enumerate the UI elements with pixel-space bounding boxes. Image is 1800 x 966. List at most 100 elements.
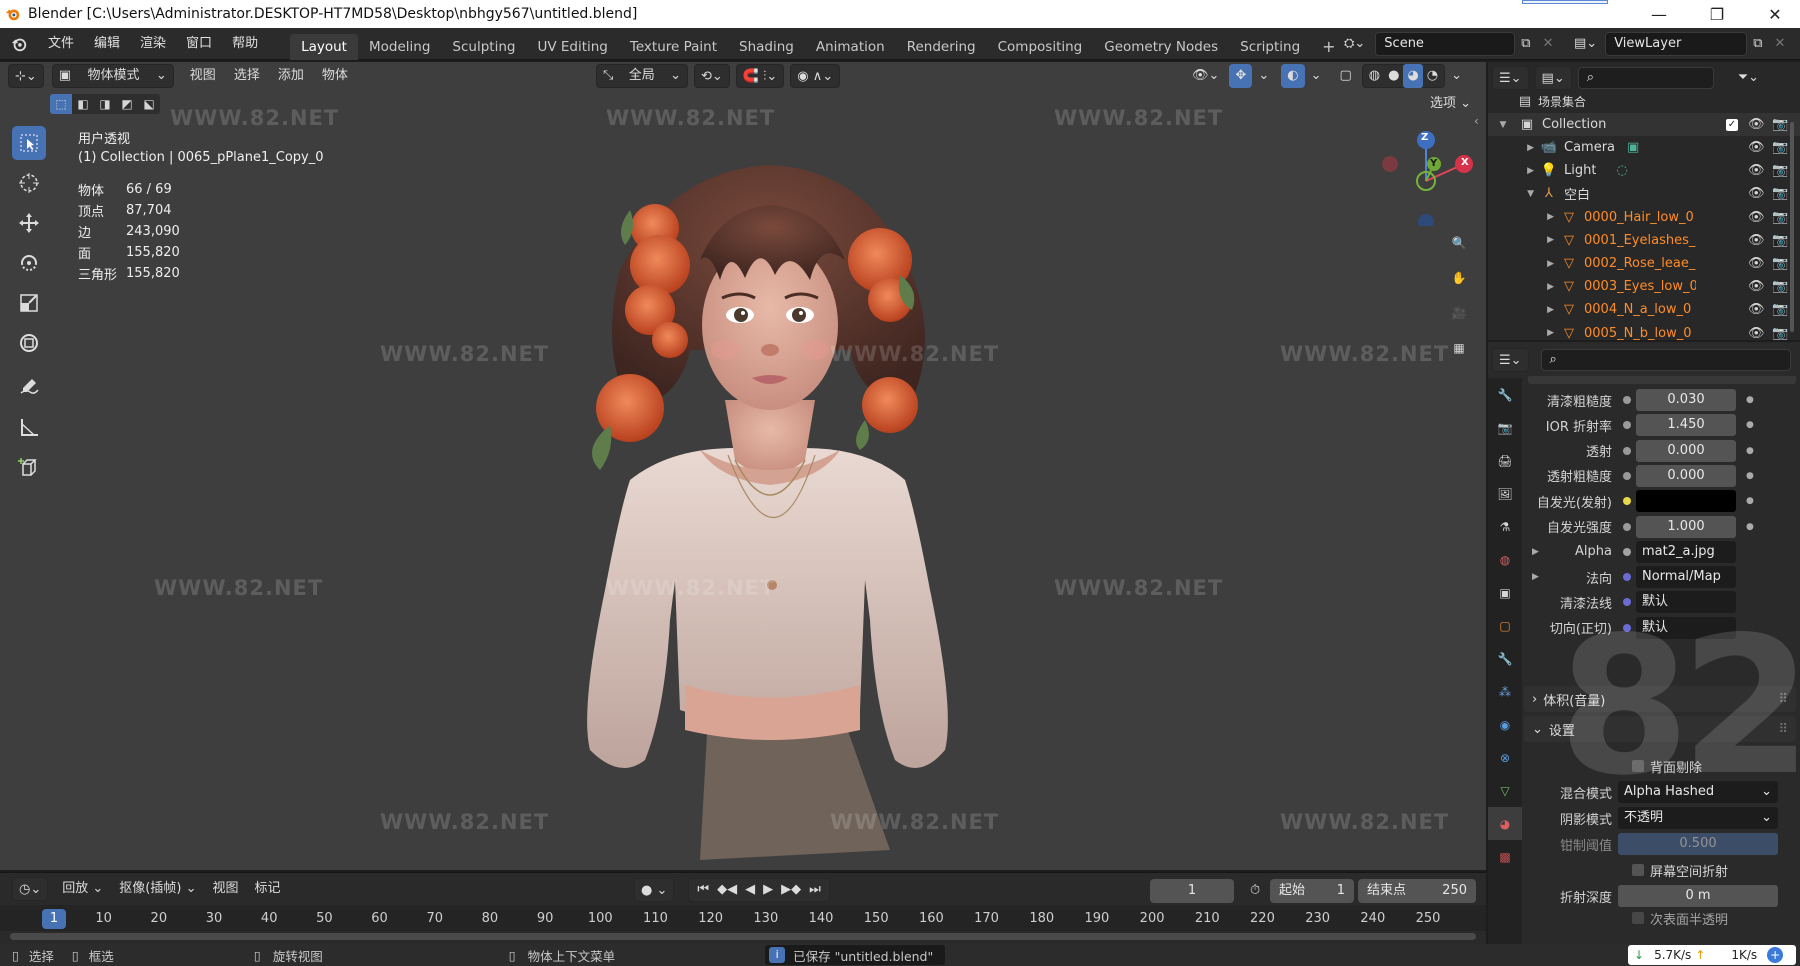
property-value[interactable]: 0.030 xyxy=(1636,389,1736,411)
mode-dropdown[interactable]: ▣ 物体模式 ⌄ xyxy=(51,64,174,88)
expand-triangle-icon[interactable]: ▶ xyxy=(1488,282,1554,292)
world-tab-icon[interactable]: ◍ xyxy=(1488,543,1522,576)
material-shading-icon[interactable]: ◕ xyxy=(1403,64,1423,88)
properties-editor-type-icon[interactable]: ☰⌄ xyxy=(1492,348,1529,372)
socket-dot-icon[interactable] xyxy=(1618,396,1636,404)
new-scene-icon[interactable]: ⧉ xyxy=(1515,32,1536,56)
outliner-row-collection[interactable]: ▼ ▣ Collection ✓ 👁 📷 xyxy=(1488,113,1800,136)
keyframe-dot-icon[interactable]: ● xyxy=(1746,420,1754,430)
socket-dot-icon[interactable] xyxy=(1618,497,1636,506)
solid-shading-icon[interactable]: ● xyxy=(1384,64,1403,88)
blender-menu-icon[interactable] xyxy=(0,35,38,53)
socket-dot-icon[interactable] xyxy=(1618,547,1636,556)
camera-render-icon[interactable]: 📷 xyxy=(1772,302,1788,317)
pan-hand-icon[interactable]: ✋ xyxy=(1444,263,1474,293)
properties-search-input[interactable]: ⌕ xyxy=(1540,349,1791,371)
texture-tab-icon[interactable]: ▩ xyxy=(1488,840,1522,873)
character-model[interactable] xyxy=(560,150,980,880)
socket-dot-icon[interactable] xyxy=(1618,573,1636,582)
menu-help[interactable]: 帮助 xyxy=(222,28,268,60)
tab-texture-paint[interactable]: Texture Paint xyxy=(619,34,728,60)
tab-shading[interactable]: Shading xyxy=(728,34,805,60)
light-data-icon[interactable]: ◌ xyxy=(1616,163,1627,178)
view-layer-tab-icon[interactable]: 🖼 xyxy=(1488,477,1522,510)
outliner-row-mesh[interactable]: ▶ ▽ 0002_Rose_leae_lc 👁 📷 xyxy=(1488,252,1800,275)
data-tab-icon[interactable]: ▽ xyxy=(1488,774,1522,807)
camera-render-icon[interactable]: 📷 xyxy=(1772,210,1788,225)
display-mode-icon[interactable]: ▤⌄ xyxy=(1534,66,1572,90)
add-cube-tool-icon[interactable] xyxy=(12,450,46,484)
eye-icon[interactable]: 👁 xyxy=(1748,233,1765,248)
eye-icon[interactable]: 👁 xyxy=(1748,302,1765,317)
property-value[interactable]: 1.000 xyxy=(1636,515,1736,538)
outliner-editor-type-icon[interactable]: ☰⌄ xyxy=(1492,66,1529,90)
options-dropdown[interactable]: 选项 ⌄ xyxy=(1424,92,1477,116)
expand-triangle-icon[interactable]: ▶ xyxy=(1532,572,1539,582)
camera-data-icon[interactable]: ▣ xyxy=(1627,140,1639,155)
outliner-row-mesh[interactable]: ▶ ▽ 0001_Eyelashes_lc 👁 📷 xyxy=(1488,229,1800,252)
keyframe-dot-icon[interactable]: ● xyxy=(1746,496,1754,506)
tab-geometry-nodes[interactable]: Geometry Nodes xyxy=(1093,34,1229,60)
tab-modeling[interactable]: Modeling xyxy=(358,34,441,60)
camera-render-icon[interactable]: 📷 xyxy=(1772,117,1788,132)
modifier-tab-icon[interactable]: 🔧 xyxy=(1488,642,1522,675)
maximize-icon[interactable]: ❐ xyxy=(1688,0,1746,28)
new-viewlayer-icon[interactable]: ⧉ xyxy=(1747,32,1768,56)
socket-dot-icon[interactable] xyxy=(1618,522,1636,531)
camera-view-icon[interactable]: 🎥 xyxy=(1444,298,1474,328)
viewlayer-icon[interactable]: ▤⌄ xyxy=(1568,32,1603,56)
visibility-icon[interactable]: 👁⌄ xyxy=(1186,64,1225,88)
eye-icon[interactable]: 👁 xyxy=(1748,117,1765,132)
camera-render-icon[interactable]: 📷 xyxy=(1772,279,1788,294)
scene-icon[interactable]: ⛭⌄ xyxy=(1338,32,1371,56)
menu-edit[interactable]: 编辑 xyxy=(84,28,130,60)
outliner-scrollbar[interactable] xyxy=(1790,122,1794,332)
menu-object[interactable]: 物体 xyxy=(316,64,354,88)
select-new-icon[interactable]: ⬚ xyxy=(50,94,72,114)
render-tab-icon[interactable]: 📷 xyxy=(1488,411,1522,444)
gizmo-toggle-icon[interactable]: ✥ xyxy=(1229,64,1253,88)
property-value[interactable]: 1.450 xyxy=(1636,414,1736,437)
tab-compositing[interactable]: Compositing xyxy=(987,34,1094,60)
socket-dot-icon[interactable] xyxy=(1618,446,1636,455)
menu-select[interactable]: 选择 xyxy=(228,64,266,88)
proportional-edit-icon[interactable]: ◉ ∧⌄ xyxy=(790,64,841,88)
filter-icon[interactable]: ⏷⌄ xyxy=(1732,66,1765,90)
eye-icon[interactable]: 👁 xyxy=(1748,256,1765,271)
property-value[interactable]: 0.000 xyxy=(1636,439,1736,462)
object-tab-icon[interactable]: ▢ xyxy=(1488,609,1522,642)
eye-icon[interactable]: 👁 xyxy=(1748,326,1765,341)
annotate-tool-icon[interactable] xyxy=(12,370,46,404)
emission-color-swatch[interactable] xyxy=(1636,490,1736,513)
menu-window[interactable]: 窗口 xyxy=(176,28,222,60)
keyframe-dot-icon[interactable]: ● xyxy=(1746,395,1754,405)
scale-tool-icon[interactable] xyxy=(12,286,46,320)
scene-name-field[interactable]: Scene xyxy=(1375,32,1516,56)
expand-triangle-icon[interactable]: ▼ xyxy=(1488,120,1518,130)
screen-refraction-checkbox[interactable] xyxy=(1632,864,1644,876)
tab-rendering[interactable]: Rendering xyxy=(896,34,987,60)
expand-triangle-icon[interactable]: ▶ xyxy=(1488,143,1534,153)
select-intersect-icon[interactable]: ⬕ xyxy=(138,94,160,114)
remove-scene-icon[interactable]: ✕ xyxy=(1537,32,1560,56)
eye-icon[interactable]: 👁 xyxy=(1748,210,1765,225)
output-tab-icon[interactable]: 🖨 xyxy=(1488,444,1522,477)
refraction-depth-field[interactable]: 0 m xyxy=(1618,885,1778,907)
keyframe-dot-icon[interactable]: ● xyxy=(1746,471,1754,481)
wireframe-shading-icon[interactable]: ◍ xyxy=(1365,64,1384,88)
eye-icon[interactable]: 👁 xyxy=(1748,140,1765,155)
plus-icon[interactable]: + xyxy=(1767,947,1784,963)
transform-orientation-dropdown[interactable]: ⤡ 全局 ⌄ xyxy=(596,64,688,88)
outliner-row-empty[interactable]: ▼ ⅄ 空白 👁 📷 xyxy=(1488,182,1800,205)
outliner-row-mesh[interactable]: ▶ ▽ 0000_Hair_low_0 👁 📷 xyxy=(1488,206,1800,229)
close-icon[interactable]: ✕ xyxy=(1746,0,1800,28)
eye-icon[interactable]: 👁 xyxy=(1748,186,1765,201)
overlay-toggle-icon[interactable]: ◐ xyxy=(1281,64,1305,88)
eye-icon[interactable]: 👁 xyxy=(1748,279,1765,294)
3d-viewport[interactable]: ⊹⌄ ▣ 物体模式 ⌄ 视图 选择 添加 物体 ⤡ 全局 ⌄ ⟲⌄ 🧲 ⫶⌄ ◉… xyxy=(0,62,1486,870)
exclude-checkbox[interactable]: ✓ xyxy=(1726,118,1738,131)
sidebar-toggle-icon[interactable]: ‹ xyxy=(1474,114,1479,128)
xray-icon[interactable]: ▢ xyxy=(1333,64,1357,88)
outliner-row-scene-collection[interactable]: ▤ 场景集合 xyxy=(1488,90,1800,113)
tab-scripting[interactable]: Scripting xyxy=(1229,34,1311,60)
